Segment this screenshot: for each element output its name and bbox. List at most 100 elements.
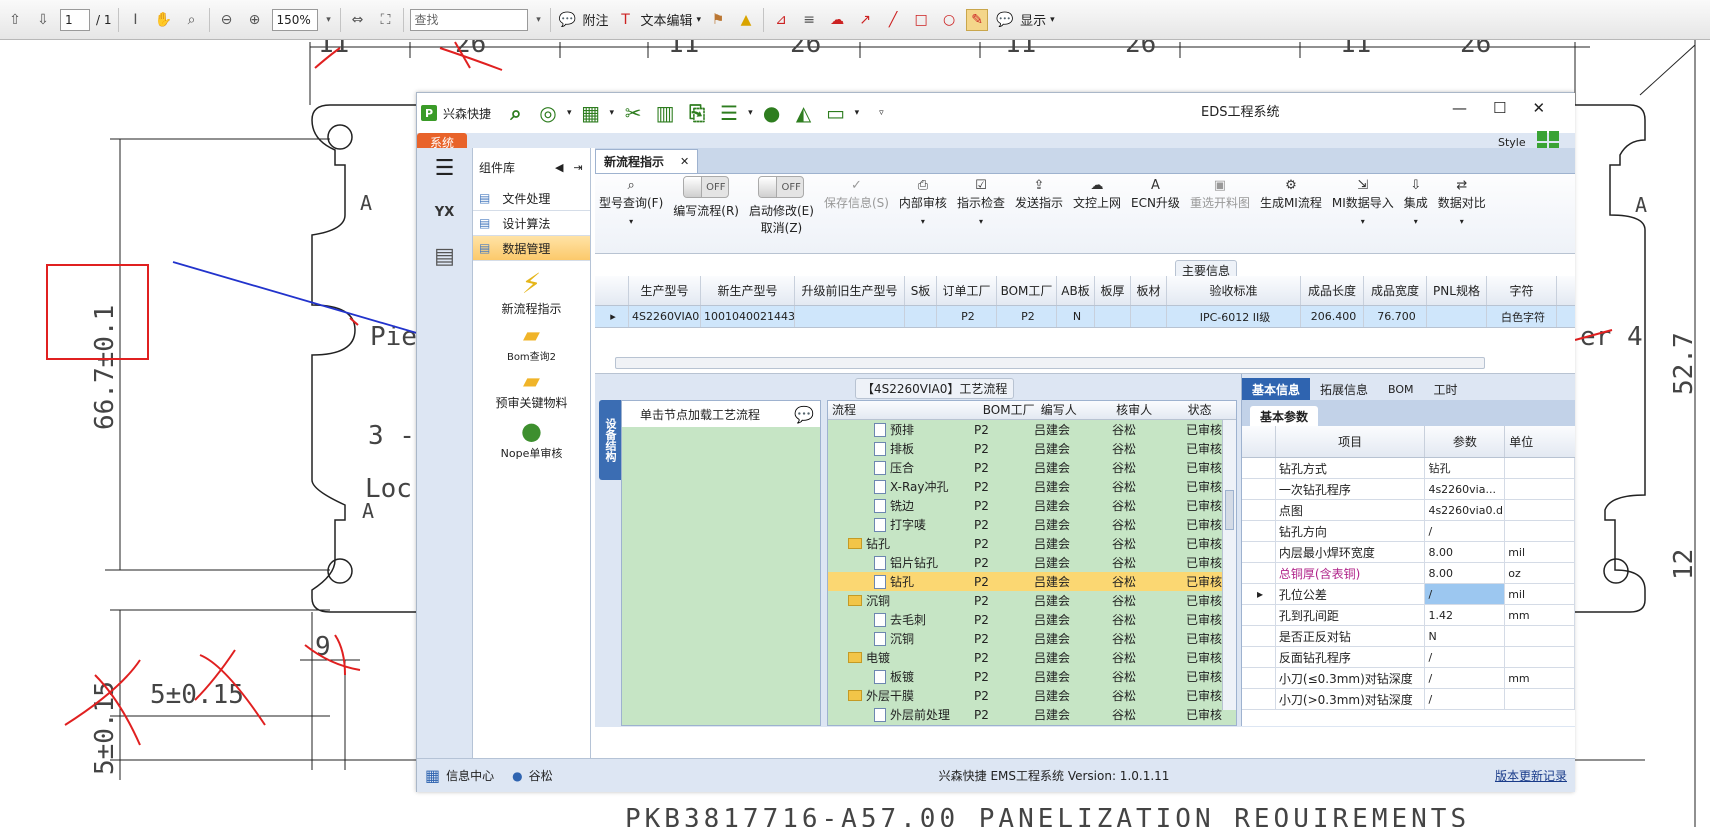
prop-header-cell[interactable]: 参数 [1425,426,1506,457]
toggle-switch[interactable]: OFF [758,176,805,198]
grid-cell[interactable] [1095,306,1131,327]
pencil-tool-icon[interactable]: ✎ [966,8,989,31]
info-center-link[interactable]: 信息中心 [446,767,494,784]
prop-row[interactable]: 内层最小焊环宽度 8.00 mil [1242,542,1576,563]
reselect-cutting-button[interactable]: ▣ 重选开料图 [1186,178,1254,211]
prop-value[interactable]: / [1425,668,1506,688]
grid-cell[interactable]: P2 [937,306,997,327]
side-item-data[interactable]: ▤ 数据管理 [473,236,590,261]
tool-new-flow[interactable]: ⚡ 新流程指示 [473,267,590,317]
prop-row[interactable]: 小刀(≤0.3mm)对钻深度 / mm [1242,668,1576,689]
monitor-icon[interactable]: ▭ [823,100,849,126]
tool-nope-review[interactable]: ● Nope单审核 [473,417,590,461]
tree-header-cell[interactable]: 核审人 [1116,401,1188,419]
prop-row[interactable]: 孔到孔间距 1.42 mm [1242,605,1576,626]
display-button[interactable]: 💬 显示 ▾ [994,9,1054,31]
underline-tool-icon[interactable]: ⊿ [770,9,792,31]
grid-header-cell[interactable]: 字符 [1487,276,1557,305]
grid-header-cell[interactable]: 生产型号 [629,276,701,305]
arrow-tool-icon[interactable]: ↗ [854,9,876,31]
grid-cell[interactable] [905,306,937,327]
grid-header-cell[interactable]: PNL规格 [1427,276,1487,305]
prop-value[interactable]: 钻孔 [1425,458,1506,478]
clipboard-icon[interactable]: ⎘ [684,100,710,126]
grid-cell[interactable]: 76.700 [1364,306,1427,327]
grid-cell[interactable]: 206.400 [1301,306,1364,327]
chevron-down-icon[interactable]: ▾ [748,108,753,118]
grid-icon[interactable]: ▦ [578,100,604,126]
chevron-down-icon[interactable]: ▾ [610,108,615,118]
start-modify-toggle[interactable]: OFF 启动修改(E) 取消(Z) [745,176,818,236]
highlight-icon[interactable]: ▲ [735,9,757,31]
zoom-dropdown-icon[interactable]: ▾ [324,9,334,31]
grid-cell[interactable]: N [1057,306,1095,327]
tree-row[interactable]: 沉铜 P2 吕建会 谷松 已审核 [828,629,1236,648]
grid-cell[interactable] [795,306,905,327]
prop-value[interactable]: 4s2260via0.d [1425,500,1506,520]
device-structure-tab[interactable]: 设备结构 [599,400,621,480]
dock-icon[interactable]: ⇥ [573,161,582,174]
tab-basic-params[interactable]: 基本参数 [1250,406,1319,426]
grid-header-cell[interactable]: 订单工厂 [937,276,997,305]
customize-icon[interactable]: ▿ [879,108,884,118]
cloud-icon[interactable]: ☁ [826,9,848,31]
tree-row[interactable]: 外层干膜 P2 吕建会 谷松 已审核 [828,686,1236,705]
toggle-switch[interactable]: OFF [683,176,730,198]
mi-import-button[interactable]: ⇲ MI数据导入 ▾ [1328,178,1398,226]
fit-page-icon[interactable]: ⛶ [375,9,397,31]
tree-row[interactable]: 板镀 P2 吕建会 谷松 已审核 [828,667,1236,686]
prop-value[interactable]: / [1425,521,1506,541]
grid-header-cell[interactable]: AB板 [1057,276,1095,305]
tree-row[interactable]: X-Ray冲孔 P2 吕建会 谷松 已审核 [828,477,1236,496]
zoom-input[interactable]: 150% [271,8,318,31]
model-query-button[interactable]: ⌕ 型号查询(F) ▾ [595,178,667,226]
zoom-tool-icon[interactable]: ⌕ [181,9,203,31]
grid-header-cell[interactable]: 成品长度 [1301,276,1364,305]
tree-row[interactable]: 铣边 P2 吕建会 谷松 已审核 [828,496,1236,515]
ellipse-tool-icon[interactable]: ○ [938,9,960,31]
arrow-up-icon[interactable]: ⇧ [4,9,26,31]
integrate-button[interactable]: ⇩ 集成 ▾ [1400,178,1432,226]
tab-bom[interactable]: BOM [1378,378,1424,400]
page-number-input[interactable]: 1 [60,8,90,31]
search-icon[interactable]: ⌕ [503,100,529,126]
side-item-algorithm[interactable]: ▤ 设计算法 [473,211,590,236]
instruction-check-button[interactable]: ☑ 指示检查 ▾ [953,178,1009,226]
film-icon[interactable]: ▥ [652,100,678,126]
prop-value[interactable]: / [1425,584,1506,604]
list-icon[interactable]: ☰ [716,100,742,126]
calendar-icon[interactable]: ▤ [417,236,472,276]
hand-icon[interactable]: ✋ [153,9,175,31]
tree-header-cell[interactable]: BOM工厂 [983,401,1041,419]
grid-cell[interactable]: IPC-6012 II级 [1167,306,1301,327]
tool-bom-query[interactable]: ▰ Bom查询2 [473,323,590,363]
prop-value[interactable]: / [1425,689,1506,709]
user-icon[interactable]: ● [759,100,785,126]
collapse-left-icon[interactable]: ◀ [555,161,563,174]
write-flow-toggle[interactable]: OFF 编写流程(R) [669,176,743,219]
compare-button[interactable]: ⇄ 数据对比 ▾ [1434,178,1490,226]
zoom-in-icon[interactable]: ⊕ [244,9,266,31]
grid-header-cell[interactable]: 板厚 [1095,276,1131,305]
tree-row[interactable]: 预排 P2 吕建会 谷松 已审核 [828,420,1236,439]
send-instruction-button[interactable]: ⇪ 发送指示 [1011,178,1067,211]
minimize-icon[interactable]: — [1452,99,1467,117]
close-icon[interactable]: ✕ [1532,99,1545,117]
tree-row[interactable]: 钻孔 P2 吕建会 谷松 已审核 [828,534,1236,553]
ecn-upgrade-button[interactable]: A ECN升级 [1127,178,1184,211]
grid-cell[interactable]: 白色字符 [1487,306,1557,327]
grid-header-cell[interactable]: BOM工厂 [997,276,1057,305]
grid-header-cell[interactable]: 板材 [1131,276,1167,305]
prop-row[interactable]: 钻孔方式 钻孔 [1242,458,1576,479]
chart-icon[interactable]: ◭ [791,100,817,126]
grid-header-cell[interactable]: 成品宽度 [1364,276,1427,305]
generate-mi-button[interactable]: ⚙ 生成MI流程 [1256,178,1326,211]
grid-header-cell[interactable]: S板 [905,276,937,305]
chevron-down-icon[interactable]: ▾ [567,108,572,118]
table-row[interactable]: ▸ 4S2260VIA0 10010400214434 P2 P2 N IPC-… [595,306,1575,328]
tree-row[interactable]: 压合 P2 吕建会 谷松 已审核 [828,458,1236,477]
grid-cell[interactable] [1131,306,1167,327]
grid-header-cell[interactable]: 新生产型号 [701,276,795,305]
arrow-down-icon[interactable]: ⇩ [32,9,54,31]
fit-width-icon[interactable]: ⇔ [347,9,369,31]
